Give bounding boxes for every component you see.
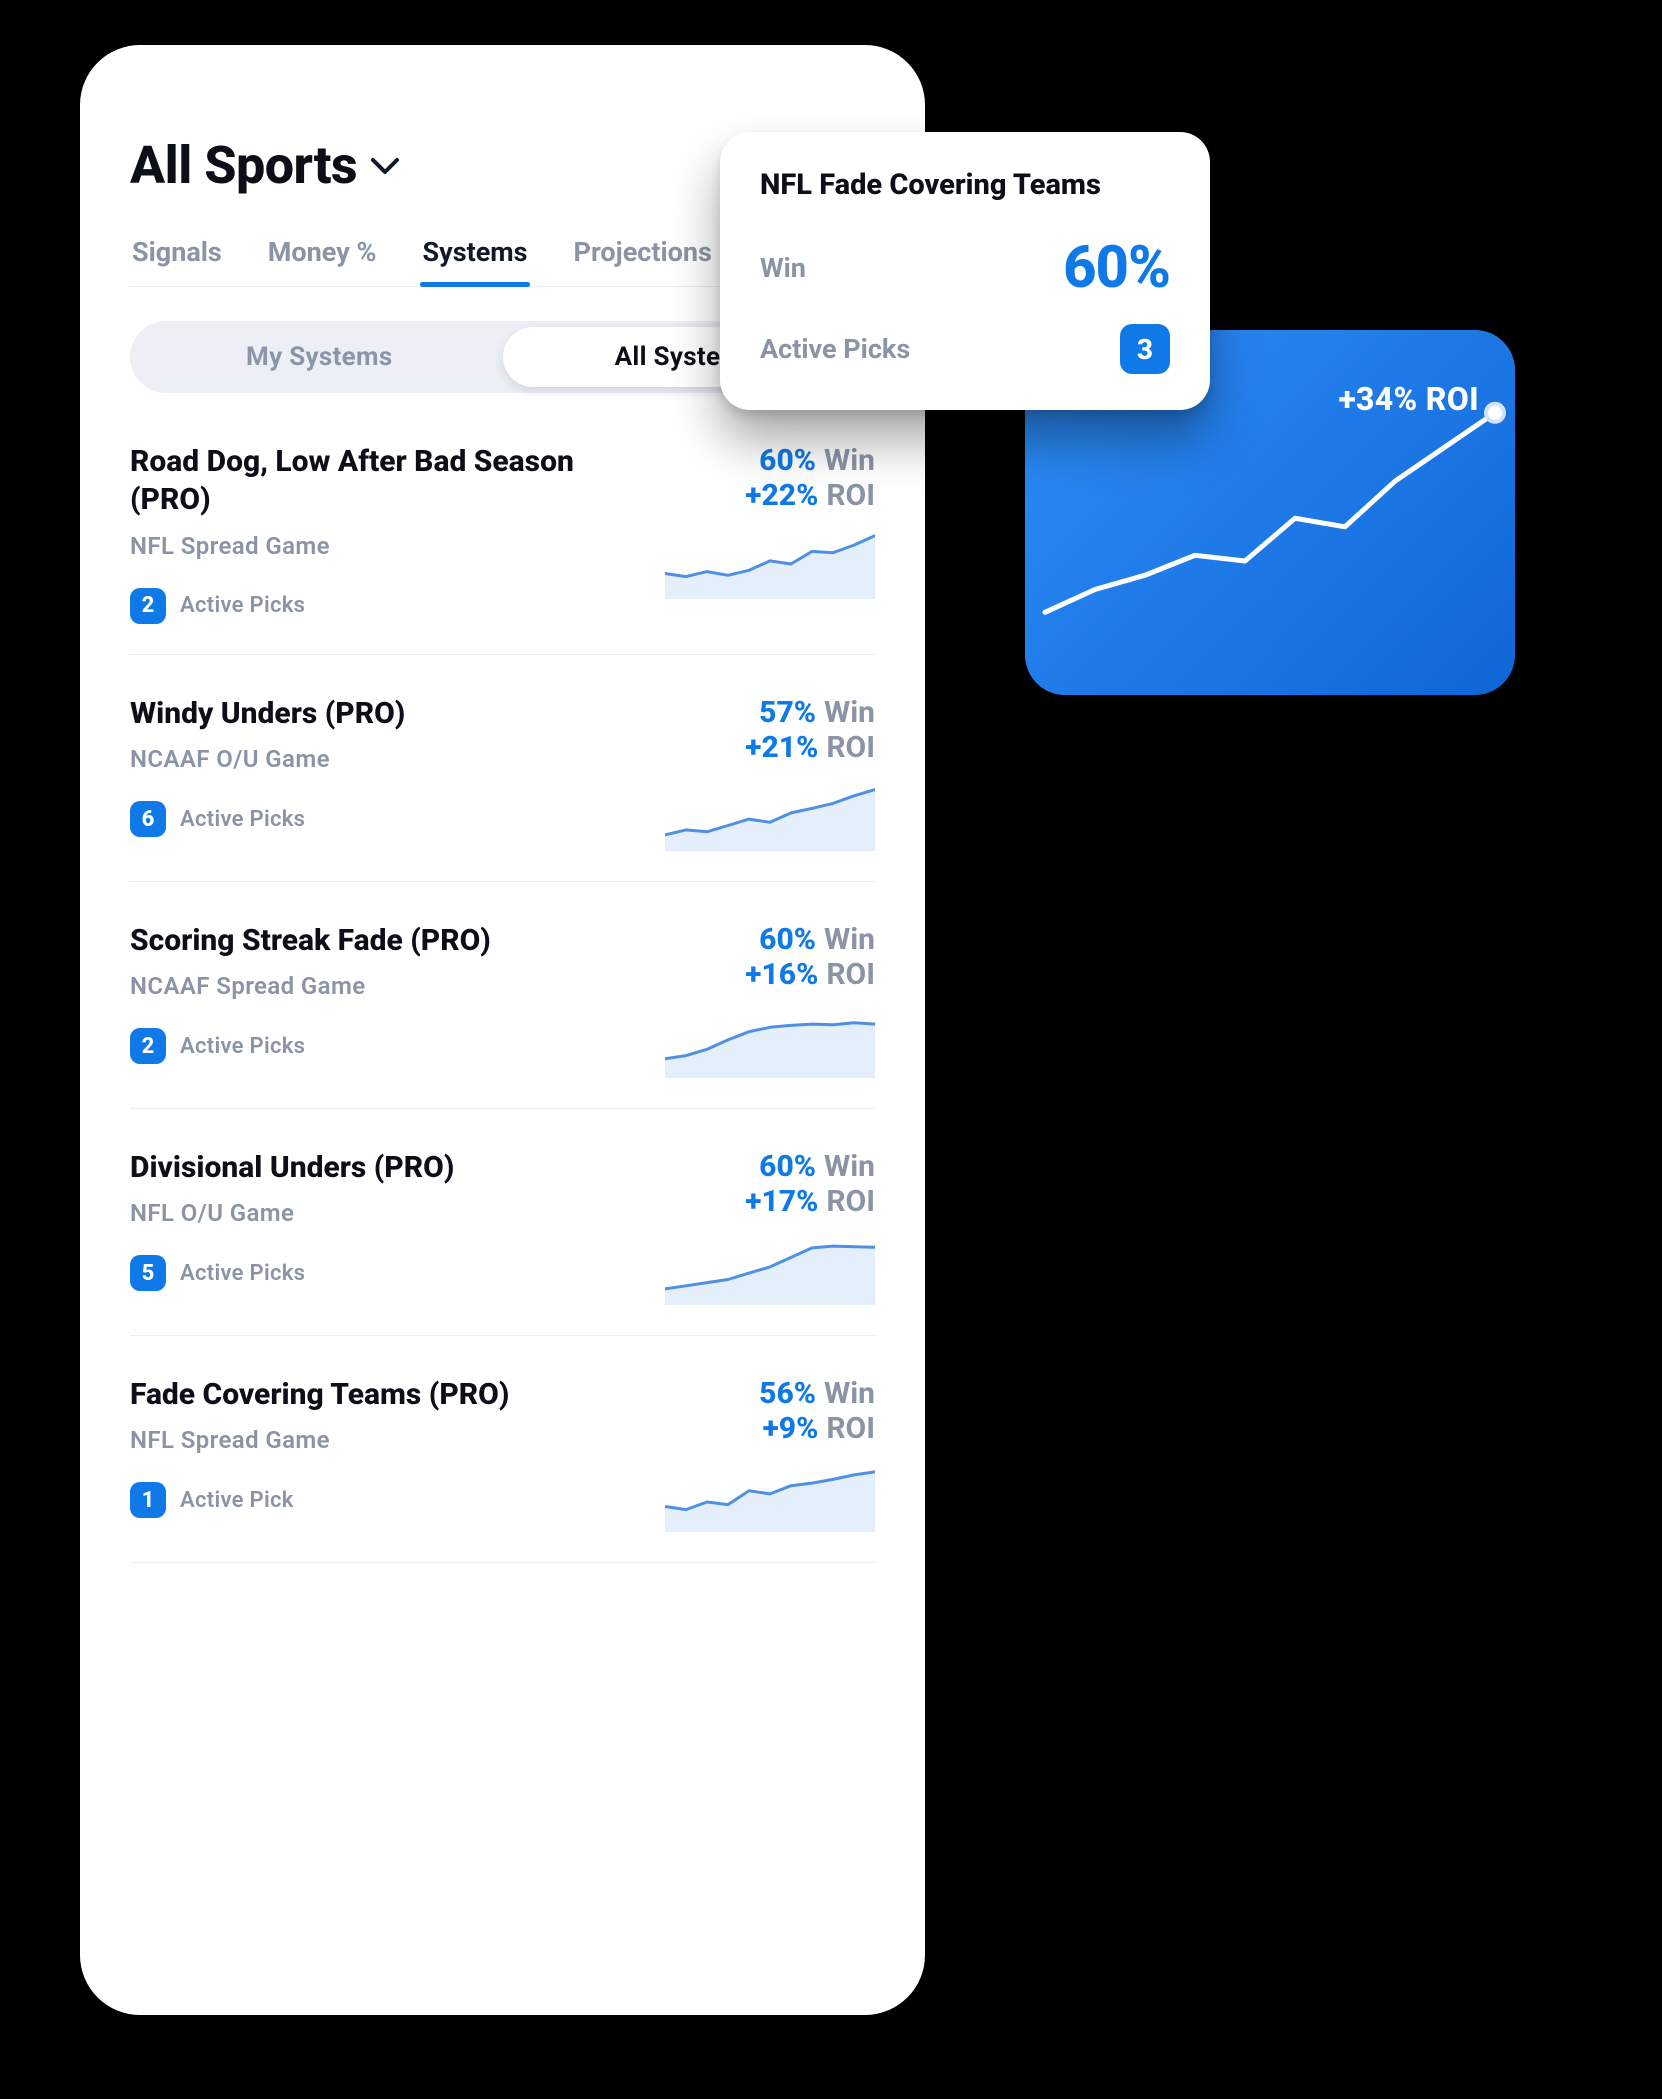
active-picks-badge: 5 [130,1255,166,1291]
popover-picks-badge: 3 [1120,324,1170,374]
system-name: Divisional Unders (PRO) [130,1149,625,1187]
active-picks-label: Active Picks [180,1261,305,1286]
active-picks-badge: 2 [130,588,166,624]
active-picks-badge: 1 [130,1482,166,1518]
active-picks-label: Active Picks [180,807,305,832]
popover-win-label: Win [760,252,806,284]
system-name: Fade Covering Teams (PRO) [130,1376,625,1414]
win-value: 57% [759,695,816,730]
system-subtitle: NFL O/U Game [130,1199,625,1227]
active-picks-label: Active Picks [180,1034,305,1059]
win-label: Win [824,443,875,478]
tab-projections[interactable]: Projections [572,230,714,286]
sparkline [665,529,875,599]
active-picks-label: Active Picks [180,593,305,618]
roi-value: +17% [745,1184,818,1219]
tab-systems[interactable]: Systems [420,230,529,286]
win-label: Win [824,1376,875,1411]
tab-money[interactable]: Money % [266,230,379,286]
roi-value: +21% [745,730,818,765]
roi-label: ROI [826,1411,875,1446]
page-title: All Sports [130,135,357,196]
win-value: 56% [759,1376,816,1411]
system-subtitle: NCAAF Spread Game [130,972,625,1000]
system-row[interactable]: Windy Unders (PRO) NCAAF O/U Game 6 Acti… [130,655,875,882]
system-row[interactable]: Scoring Streak Fade (PRO) NCAAF Spread G… [130,882,875,1109]
system-subtitle: NFL Spread Game [130,1426,625,1454]
win-value: 60% [759,922,816,957]
active-picks-badge: 2 [130,1028,166,1064]
system-row[interactable]: Divisional Unders (PRO) NFL O/U Game 5 A… [130,1109,875,1336]
sparkline [665,781,875,851]
roi-label: ROI [826,957,875,992]
sparkline [665,1235,875,1305]
win-label: Win [824,922,875,957]
systems-list: Road Dog, Low After Bad Season (PRO) NFL… [130,403,875,1563]
roi-label: ROI [826,730,875,765]
roi-value: +22% [745,478,818,513]
popover-title: NFL Fade Covering Teams [760,168,1170,202]
chevron-down-icon [371,157,399,175]
roi-value: +16% [745,957,818,992]
system-popover[interactable]: NFL Fade Covering Teams Win 60% Active P… [720,132,1210,410]
win-label: Win [824,695,875,730]
segmented-option-my-systems[interactable]: My Systems [136,327,503,387]
tab-signals[interactable]: Signals [130,230,224,286]
system-row[interactable]: Fade Covering Teams (PRO) NFL Spread Gam… [130,1336,875,1563]
system-subtitle: NCAAF O/U Game [130,745,625,773]
sparkline [665,1462,875,1532]
stage: +34% ROI All Sports SignalsMoney %System… [0,0,1662,2099]
win-value: 60% [759,1149,816,1184]
system-name: Windy Unders (PRO) [130,695,625,733]
system-name: Road Dog, Low After Bad Season (PRO) [130,443,625,520]
system-name: Scoring Streak Fade (PRO) [130,922,625,960]
popover-win-value: 60% [1063,234,1170,302]
active-picks-badge: 6 [130,801,166,837]
active-picks-label: Active Pick [180,1488,294,1513]
win-label: Win [824,1149,875,1184]
sparkline [665,1008,875,1078]
system-row[interactable]: Road Dog, Low After Bad Season (PRO) NFL… [130,403,875,655]
roi-label: ROI [826,478,875,513]
roi-value: +9% [763,1411,819,1446]
win-value: 60% [759,443,816,478]
system-subtitle: NFL Spread Game [130,532,625,560]
roi-label: ROI [826,1184,875,1219]
popover-picks-label: Active Picks [760,333,910,365]
